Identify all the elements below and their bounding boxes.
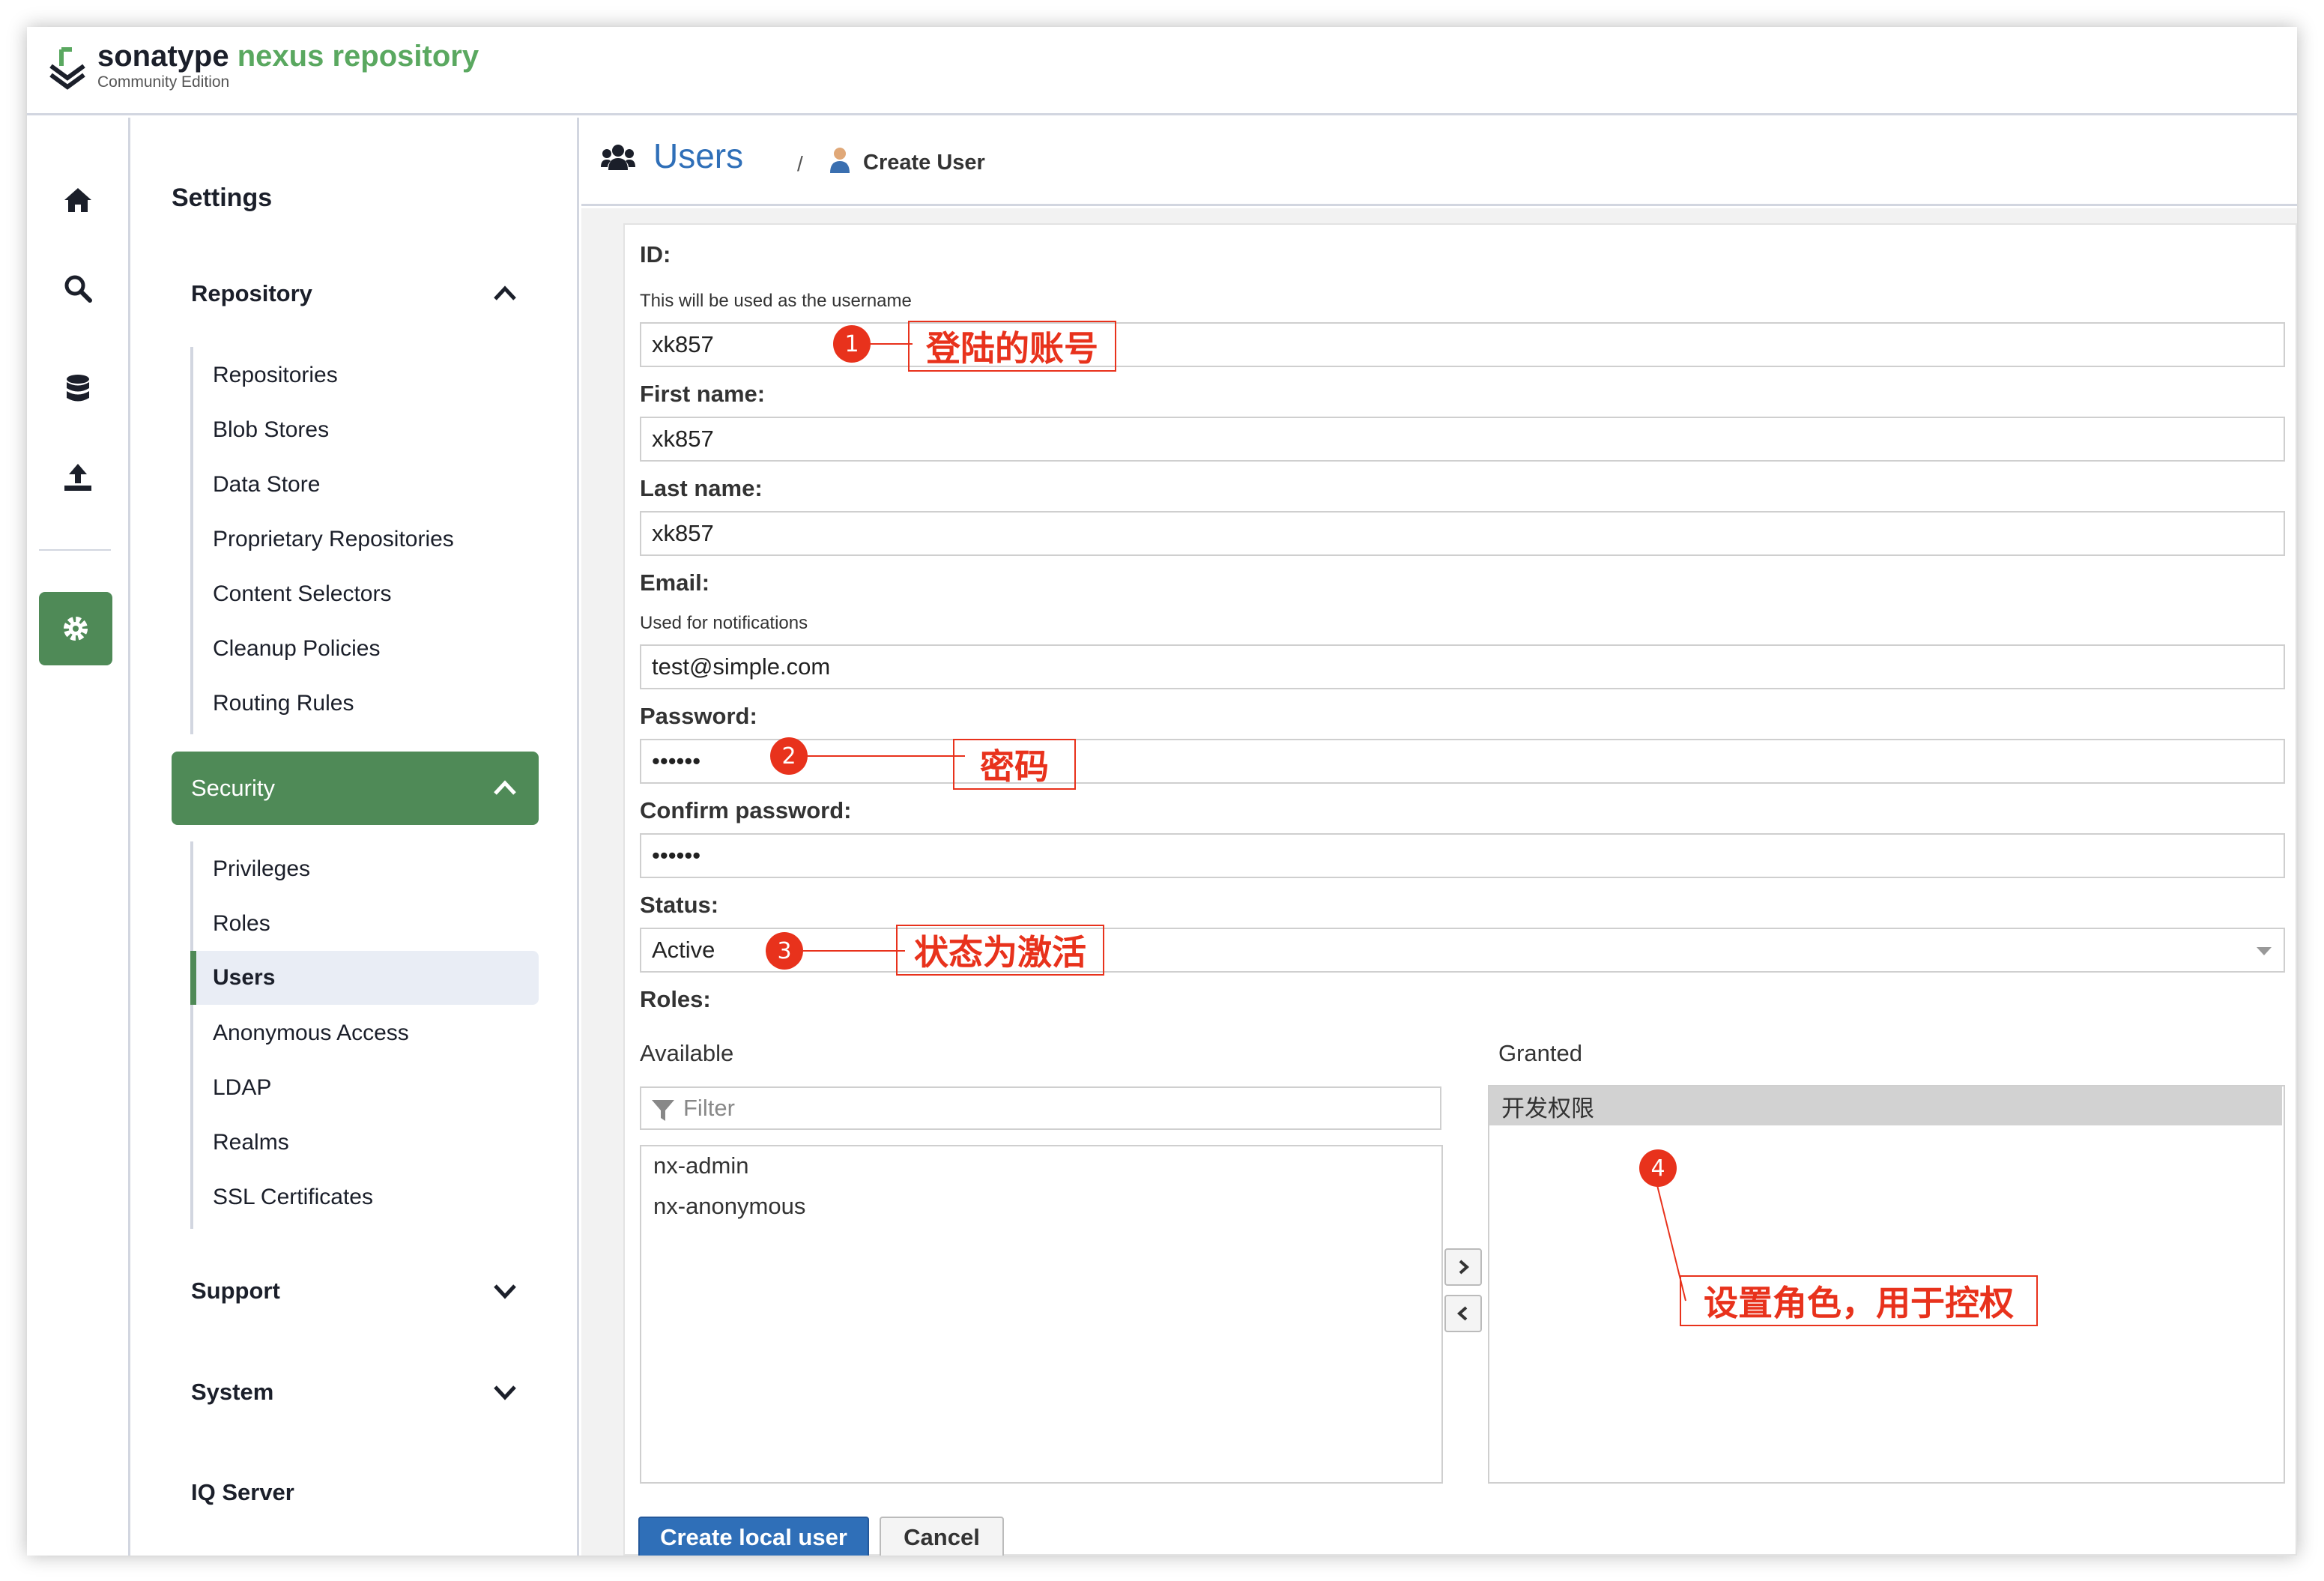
sidebar-item-ldap[interactable]: LDAP bbox=[193, 1061, 539, 1115]
available-roles-list[interactable]: nx-admin nx-anonymous bbox=[640, 1145, 1443, 1484]
sidebar-item-users[interactable]: Users bbox=[190, 951, 539, 1005]
status-value: Active bbox=[652, 937, 715, 963]
search-icon[interactable] bbox=[57, 267, 99, 309]
email-input[interactable]: test@simple.com bbox=[640, 644, 2285, 689]
annotation-leader-line bbox=[871, 343, 913, 345]
edition-label: Community Edition bbox=[97, 73, 230, 91]
sidebar-group-system[interactable]: System bbox=[172, 1355, 539, 1429]
top-bar: sonatype nexus repository Community Edit… bbox=[27, 27, 2297, 115]
granted-label: Granted bbox=[1498, 1040, 1583, 1066]
filter-placeholder: Filter bbox=[683, 1095, 735, 1121]
move-right-button[interactable] bbox=[1444, 1248, 1482, 1286]
email-label: Email: bbox=[640, 569, 710, 596]
dropdown-arrow-icon bbox=[2257, 947, 2272, 955]
sidebar-item-anonymous-access[interactable]: Anonymous Access bbox=[193, 1006, 539, 1060]
annotation-marker: 3 bbox=[766, 932, 803, 970]
annotation-label: 登陆的账号 bbox=[908, 321, 1116, 372]
sidebar-group-security[interactable]: Security bbox=[172, 752, 539, 825]
sidebar-group-label: Support bbox=[191, 1278, 280, 1304]
upload-icon[interactable] bbox=[57, 456, 99, 498]
rail-divider bbox=[39, 549, 111, 551]
cancel-button[interactable]: Cancel bbox=[880, 1517, 1004, 1556]
chevron-down-icon bbox=[494, 1284, 516, 1299]
breadcrumb-separator: / bbox=[797, 152, 803, 175]
status-label: Status: bbox=[640, 892, 719, 918]
roles-filter-input[interactable]: Filter bbox=[640, 1086, 1441, 1130]
available-label: Available bbox=[640, 1040, 734, 1066]
settings-sidebar: Settings Repository Repositories Blob St… bbox=[133, 118, 579, 1556]
annotation-marker: 4 bbox=[1639, 1149, 1677, 1187]
sidebar-item-content-selectors[interactable]: Content Selectors bbox=[193, 567, 539, 621]
first-name-input[interactable]: xk857 bbox=[640, 417, 2285, 462]
page-header: Users / Create User bbox=[581, 118, 2297, 206]
annotation-label: 设置角色，用于控权 bbox=[1680, 1275, 2038, 1326]
main-content: ID: This will be used as the username xk… bbox=[581, 208, 2297, 1556]
password-input[interactable]: •••••• bbox=[640, 739, 2285, 784]
create-local-user-button[interactable]: Create local user bbox=[638, 1517, 869, 1556]
gear-icon[interactable] bbox=[39, 592, 112, 665]
annotation-leader-line bbox=[808, 755, 965, 757]
sidebar-group-label: System bbox=[191, 1379, 274, 1405]
annotation-marker: 1 bbox=[833, 325, 871, 363]
brand-part2: nexus repository bbox=[237, 40, 479, 73]
move-left-button[interactable] bbox=[1444, 1295, 1482, 1332]
email-hint: Used for notifications bbox=[640, 613, 808, 633]
sidebar-group-repository[interactable]: Repository bbox=[172, 257, 539, 330]
app-window: sonatype nexus repository Community Edit… bbox=[27, 27, 2297, 1556]
sidebar-item-privileges[interactable]: Privileges bbox=[193, 842, 539, 896]
sidebar-item-blob-stores[interactable]: Blob Stores bbox=[193, 403, 539, 457]
sidebar-group-iq-server[interactable]: IQ Server bbox=[172, 1456, 539, 1529]
list-item[interactable]: nx-anonymous bbox=[653, 1193, 805, 1220]
last-name-input[interactable]: xk857 bbox=[640, 511, 2285, 556]
sidebar-group-label: Security bbox=[191, 775, 275, 801]
create-user-form: ID: This will be used as the username xk… bbox=[623, 223, 2297, 1556]
id-label: ID: bbox=[640, 241, 671, 267]
id-hint: This will be used as the username bbox=[640, 291, 912, 311]
sidebar-title: Settings bbox=[172, 184, 273, 212]
last-name-label: Last name: bbox=[640, 475, 763, 501]
chevron-up-icon bbox=[494, 780, 516, 795]
roles-label: Roles: bbox=[640, 986, 711, 1012]
sidebar-group-label: IQ Server bbox=[191, 1479, 294, 1505]
sidebar-item-cleanup-policies[interactable]: Cleanup Policies bbox=[193, 622, 539, 676]
database-icon[interactable] bbox=[57, 368, 99, 410]
id-input[interactable]: xk857 bbox=[640, 322, 2285, 367]
filter-icon bbox=[652, 1100, 674, 1121]
annotation-label: 状态为激活 bbox=[896, 925, 1104, 976]
page-title: Create User bbox=[863, 151, 985, 175]
first-name-label: First name: bbox=[640, 381, 766, 407]
password-label: Password: bbox=[640, 703, 757, 729]
breadcrumb-users[interactable]: Users bbox=[653, 136, 743, 176]
sidebar-item-data-store[interactable]: Data Store bbox=[193, 458, 539, 512]
annotation-marker: 2 bbox=[770, 737, 808, 775]
brand-part1: sonatype bbox=[97, 40, 229, 73]
annotation-label: 密码 bbox=[953, 739, 1076, 790]
sidebar-item-routing-rules[interactable]: Routing Rules bbox=[193, 677, 539, 731]
users-icon bbox=[601, 145, 635, 170]
sidebar-group-label: Repository bbox=[191, 280, 312, 306]
sidebar-group-support[interactable]: Support bbox=[172, 1254, 539, 1328]
sidebar-item-realms[interactable]: Realms bbox=[193, 1116, 539, 1170]
sidebar-item-ssl-certificates[interactable]: SSL Certificates bbox=[193, 1170, 539, 1224]
icon-rail bbox=[27, 118, 130, 1556]
confirm-password-input[interactable]: •••••• bbox=[640, 833, 2285, 878]
sidebar-item-roles[interactable]: Roles bbox=[193, 897, 539, 951]
list-item[interactable]: nx-admin bbox=[653, 1152, 749, 1179]
sidebar-item-proprietary-repositories[interactable]: Proprietary Repositories bbox=[193, 513, 539, 566]
sidebar-item-repositories[interactable]: Repositories bbox=[193, 348, 539, 402]
sonatype-logo-icon bbox=[49, 47, 85, 90]
chevron-down-icon bbox=[494, 1385, 516, 1400]
annotation-leader-line bbox=[803, 950, 905, 952]
brand-name: sonatype nexus repository bbox=[97, 36, 479, 76]
confirm-password-label: Confirm password: bbox=[640, 797, 852, 823]
home-icon[interactable] bbox=[57, 179, 99, 221]
chevron-up-icon bbox=[494, 285, 516, 300]
user-icon bbox=[830, 148, 850, 173]
list-item[interactable]: 开发权限 bbox=[1489, 1086, 2282, 1125]
